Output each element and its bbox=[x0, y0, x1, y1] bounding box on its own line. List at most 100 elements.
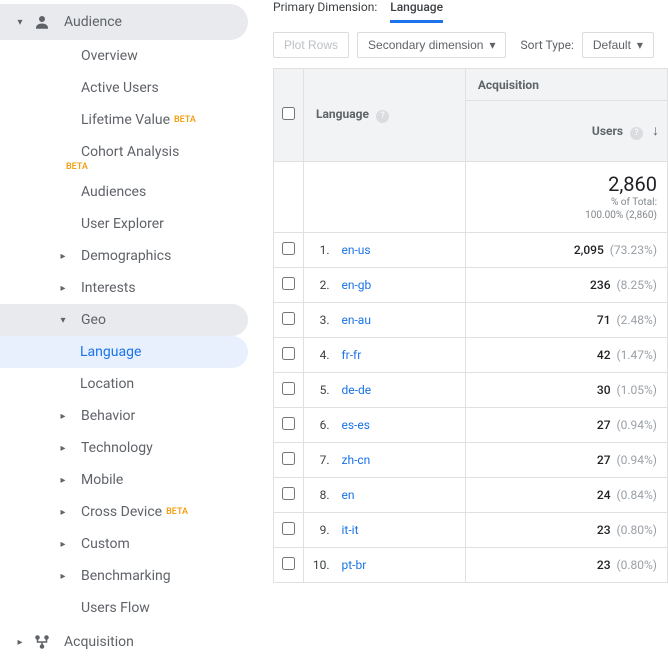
sidebar-item-benchmarking[interactable]: ▸Benchmarking bbox=[0, 560, 248, 592]
row-checkbox[interactable] bbox=[282, 347, 295, 360]
sort-type-label: Sort Type: bbox=[520, 38, 573, 52]
sidebar-item-label: Cohort Analysis bbox=[81, 144, 179, 160]
help-icon[interactable]: ? bbox=[630, 127, 643, 140]
person-icon bbox=[32, 12, 52, 32]
users-percent: (0.80%) bbox=[617, 523, 657, 537]
language-column-header[interactable]: Language ? bbox=[304, 69, 466, 162]
caret-right-icon: ▸ bbox=[55, 251, 71, 262]
row-index: 10. bbox=[304, 547, 334, 582]
sidebar-item-label: Demographics bbox=[81, 248, 171, 264]
sidebar-item-label: Mobile bbox=[81, 472, 123, 488]
users-percent: (0.80%) bbox=[617, 558, 657, 572]
row-index: 1. bbox=[304, 232, 334, 267]
sidebar-item-language[interactable]: Language bbox=[0, 336, 248, 368]
sidebar-item-label: Language bbox=[80, 344, 141, 360]
sidebar-item-label: Benchmarking bbox=[81, 568, 171, 584]
users-percent: (1.47%) bbox=[617, 348, 657, 362]
users-value: 27 bbox=[597, 453, 611, 467]
sidebar-item-label: Lifetime Value bbox=[81, 112, 170, 128]
caret-down-icon: ▾ bbox=[489, 38, 495, 52]
primary-dimension-value[interactable]: Language bbox=[390, 0, 443, 23]
language-link[interactable]: es-es bbox=[342, 418, 370, 432]
table-row: 9. it-it 23(0.80%) bbox=[274, 512, 668, 547]
language-link[interactable]: pt-br bbox=[342, 558, 367, 572]
users-percent: (2.48%) bbox=[617, 313, 657, 327]
sidebar-item-interests[interactable]: ▸Interests bbox=[0, 272, 248, 304]
users-value: 27 bbox=[597, 418, 611, 432]
table-row: 1. en-us 2,095 (73.23%) bbox=[274, 232, 668, 267]
sidebar-item-label: Overview bbox=[81, 48, 138, 64]
row-checkbox[interactable] bbox=[282, 522, 295, 535]
select-all-header bbox=[274, 69, 304, 162]
sidebar: ▾ Audience Overview Active Users Lifetime … bbox=[0, 0, 248, 660]
sidebar-item-geo[interactable]: ▾Geo bbox=[0, 304, 248, 336]
sidebar-item-technology[interactable]: ▸Technology bbox=[0, 432, 248, 464]
row-checkbox[interactable] bbox=[282, 382, 295, 395]
users-percent: (0.94%) bbox=[617, 418, 657, 432]
sidebar-item-lifetime-value[interactable]: Lifetime ValueBETA bbox=[0, 104, 248, 136]
sidebar-item-mobile[interactable]: ▸Mobile bbox=[0, 464, 248, 496]
row-checkbox[interactable] bbox=[282, 312, 295, 325]
row-index: 8. bbox=[304, 477, 334, 512]
row-checkbox[interactable] bbox=[282, 277, 295, 290]
sidebar-item-location[interactable]: Location bbox=[0, 368, 248, 400]
users-percent: (8.25%) bbox=[617, 278, 657, 292]
total-users-subtext: % of Total: 100.00% (2,860) bbox=[476, 196, 657, 222]
users-value: 24 bbox=[597, 488, 611, 502]
sidebar-item-overview[interactable]: Overview bbox=[0, 40, 248, 72]
acquisition-icon bbox=[32, 632, 52, 652]
secondary-dimension-dropdown[interactable]: Secondary dimension ▾ bbox=[357, 32, 506, 58]
caret-right-icon: ▸ bbox=[55, 443, 71, 454]
row-index: 9. bbox=[304, 512, 334, 547]
sidebar-item-active-users[interactable]: Active Users bbox=[0, 72, 248, 104]
sidebar-item-label: Interests bbox=[81, 280, 136, 296]
select-all-checkbox[interactable] bbox=[282, 107, 295, 120]
row-checkbox[interactable] bbox=[282, 242, 295, 255]
row-index: 5. bbox=[304, 372, 334, 407]
language-link[interactable]: zh-cn bbox=[342, 453, 371, 467]
sidebar-item-custom[interactable]: ▸Custom bbox=[0, 528, 248, 560]
language-link[interactable]: fr-fr bbox=[342, 348, 362, 362]
language-link[interactable]: en-us bbox=[342, 243, 371, 257]
sidebar-item-label: Active Users bbox=[81, 80, 159, 96]
language-link[interactable]: de-de bbox=[342, 383, 372, 397]
help-icon[interactable]: ? bbox=[376, 110, 389, 123]
row-checkbox[interactable] bbox=[282, 557, 295, 570]
language-link[interactable]: it-it bbox=[342, 523, 359, 537]
sort-type-dropdown[interactable]: Default ▾ bbox=[582, 32, 654, 58]
acquisition-column-group: Acquisition bbox=[465, 69, 667, 101]
language-link[interactable]: en-gb bbox=[342, 278, 372, 292]
row-checkbox[interactable] bbox=[282, 452, 295, 465]
sidebar-item-users-flow[interactable]: Users Flow bbox=[0, 592, 248, 624]
users-percent: (0.84%) bbox=[617, 488, 657, 502]
table-row: 2. en-gb 236(8.25%) bbox=[274, 267, 668, 302]
sidebar-item-user-explorer[interactable]: User Explorer bbox=[0, 208, 248, 240]
plot-rows-button[interactable]: Plot Rows bbox=[273, 32, 349, 58]
table-row: 10. pt-br 23(0.80%) bbox=[274, 547, 668, 582]
users-column-header[interactable]: Users ? ↓ bbox=[465, 101, 667, 161]
sidebar-item-label: Custom bbox=[81, 536, 130, 552]
sidebar-item-cross-device[interactable]: ▸Cross DeviceBETA bbox=[0, 496, 248, 528]
row-index: 7. bbox=[304, 442, 334, 477]
users-percent: (0.94%) bbox=[617, 453, 657, 467]
sidebar-item-cohort-analysis[interactable]: Cohort Analysis bbox=[0, 136, 248, 168]
table-row: 6. es-es 27 (0.94%) bbox=[274, 407, 668, 442]
sidebar-item-label: Users Flow bbox=[81, 600, 150, 616]
primary-dimension-label: Primary Dimension: bbox=[273, 0, 377, 14]
row-checkbox[interactable] bbox=[282, 487, 295, 500]
sidebar-item-demographics[interactable]: ▸ Demographics bbox=[0, 240, 248, 272]
sidebar-item-audiences[interactable]: Audiences bbox=[0, 176, 248, 208]
nav-section-acquisition[interactable]: ▸ Acquisition bbox=[0, 624, 248, 660]
data-table: Language ? Acquisition Users ? ↓ bbox=[273, 68, 668, 583]
caret-down-icon: ▾ bbox=[637, 38, 643, 52]
row-checkbox[interactable] bbox=[282, 417, 295, 430]
nav-section-audience[interactable]: ▾ Audience bbox=[0, 4, 248, 40]
row-index: 6. bbox=[304, 407, 334, 442]
sidebar-item-behavior[interactable]: ▸Behavior bbox=[0, 400, 248, 432]
users-percent: (73.23%) bbox=[610, 243, 657, 257]
sidebar-item-label: User Explorer bbox=[81, 216, 164, 232]
language-link[interactable]: en-au bbox=[342, 313, 371, 327]
caret-right-icon: ▸ bbox=[55, 507, 71, 518]
users-value: 2,095 bbox=[574, 243, 604, 257]
language-link[interactable]: en bbox=[342, 488, 355, 502]
